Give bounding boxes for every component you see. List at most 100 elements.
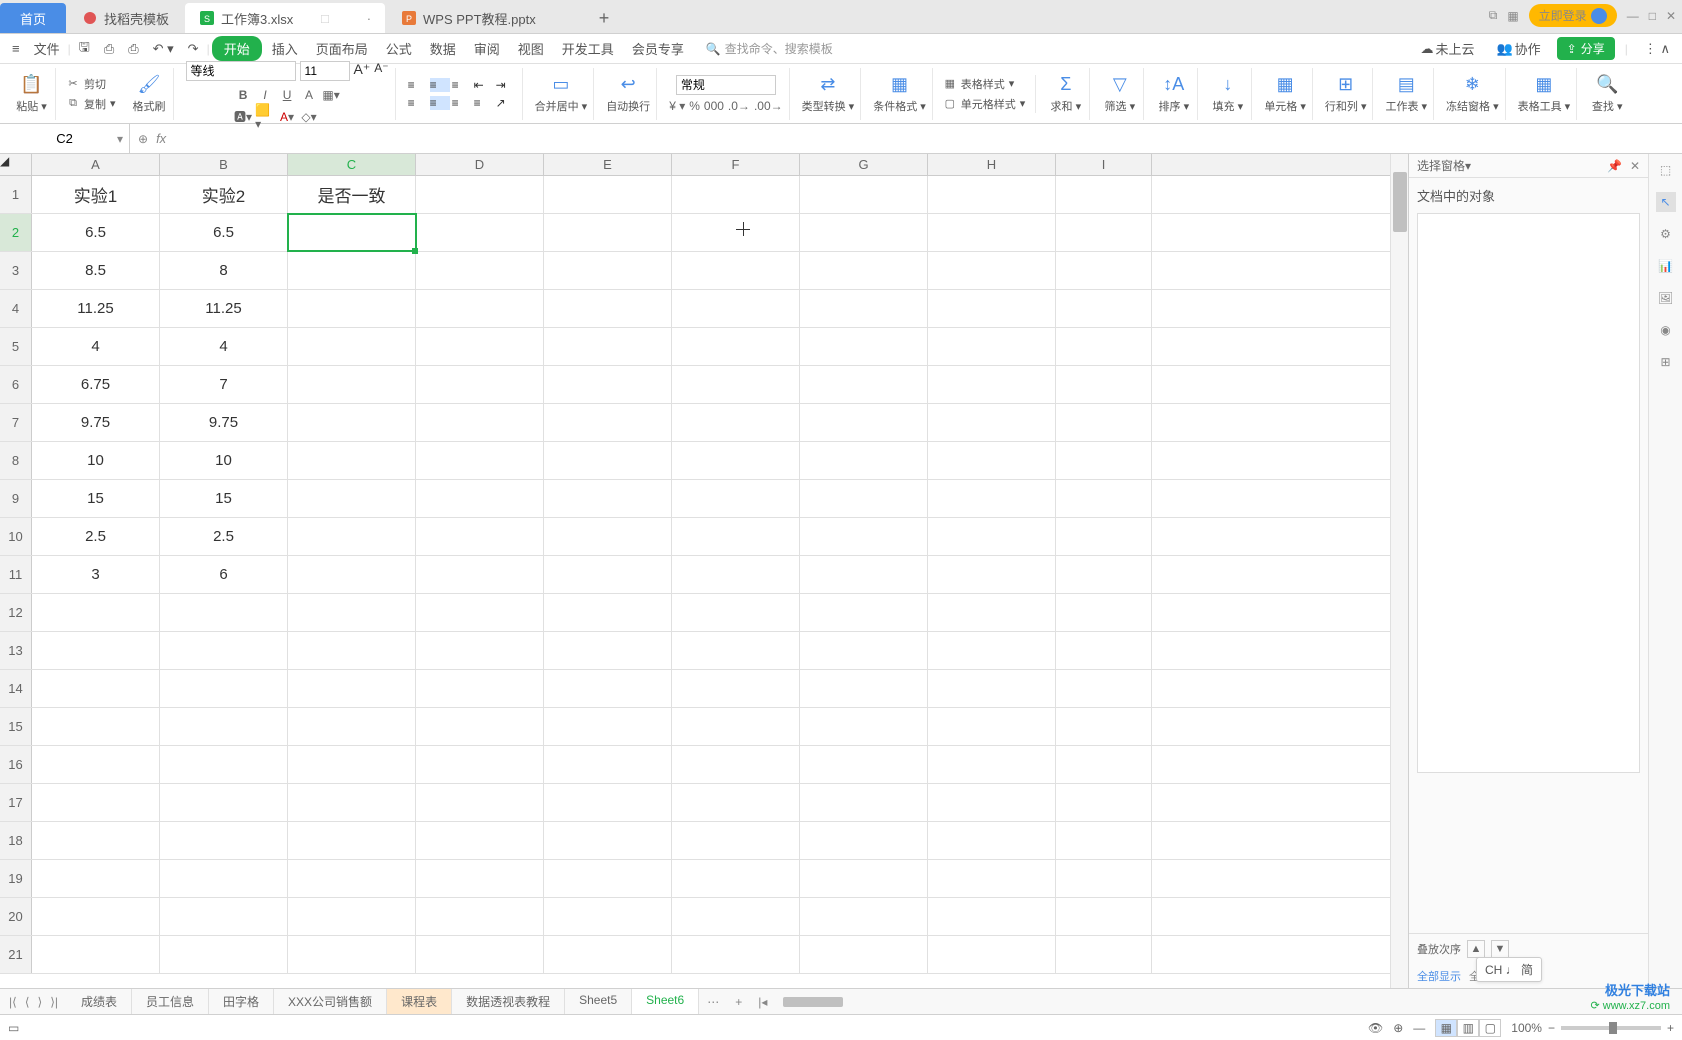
copy-button[interactable]: ⧉复制 ▾: [62, 95, 120, 113]
sheet-tab-6[interactable]: Sheet5: [565, 989, 632, 1014]
row-header-12[interactable]: 12: [0, 594, 32, 631]
cell-F1[interactable]: [672, 176, 800, 213]
sort-button[interactable]: ↕A排序 ▾: [1150, 68, 1198, 120]
cell-G15[interactable]: [800, 708, 928, 745]
side-image-icon[interactable]: 🖼: [1656, 288, 1676, 308]
cell-G14[interactable]: [800, 670, 928, 707]
formula-input[interactable]: [174, 131, 1674, 146]
cell-A9[interactable]: 15: [32, 480, 160, 517]
cell-E5[interactable]: [544, 328, 672, 365]
increase-font-icon[interactable]: A⁺: [354, 61, 371, 81]
cell-C14[interactable]: [288, 670, 416, 707]
expand-fx-icon[interactable]: ⊕: [138, 132, 148, 146]
cell-C21[interactable]: [288, 936, 416, 973]
row-header-18[interactable]: 18: [0, 822, 32, 859]
cell-F19[interactable]: [672, 860, 800, 897]
cell-D8[interactable]: [416, 442, 544, 479]
cell-F11[interactable]: [672, 556, 800, 593]
select-all-corner[interactable]: ◢: [0, 154, 32, 175]
align-justify-icon[interactable]: ≡: [474, 96, 494, 110]
row-header-19[interactable]: 19: [0, 860, 32, 897]
cell-E21[interactable]: [544, 936, 672, 973]
cell-I17[interactable]: [1056, 784, 1152, 821]
cell-F20[interactable]: [672, 898, 800, 935]
cell-E9[interactable]: [544, 480, 672, 517]
cell-B20[interactable]: [160, 898, 288, 935]
cell-H17[interactable]: [928, 784, 1056, 821]
zoom-slider[interactable]: [1561, 1026, 1661, 1030]
cell-E15[interactable]: [544, 708, 672, 745]
font-color-icon[interactable]: A▾: [277, 107, 297, 127]
row-header-15[interactable]: 15: [0, 708, 32, 745]
strikethrough-icon[interactable]: A: [299, 85, 319, 105]
new-tab-button[interactable]: +: [589, 3, 619, 33]
cell-F15[interactable]: [672, 708, 800, 745]
cell-G13[interactable]: [800, 632, 928, 669]
cell-C13[interactable]: [288, 632, 416, 669]
cell-button[interactable]: ▦单元格 ▾: [1258, 68, 1313, 120]
qat-print-icon[interactable]: ⎙: [122, 37, 144, 61]
cell-I16[interactable]: [1056, 746, 1152, 783]
cell-H18[interactable]: [928, 822, 1056, 859]
cell-I7[interactable]: [1056, 404, 1152, 441]
sheet-last-icon[interactable]: ⟩|: [47, 995, 61, 1009]
cell-D16[interactable]: [416, 746, 544, 783]
cell-I11[interactable]: [1056, 556, 1152, 593]
pin-pane-icon[interactable]: 📌: [1607, 159, 1622, 173]
side-more-icon[interactable]: ⊞: [1656, 352, 1676, 372]
indent-increase-icon[interactable]: ⇥: [496, 78, 516, 92]
close-icon[interactable]: ·: [357, 11, 371, 26]
cell-A15[interactable]: [32, 708, 160, 745]
maximize-button[interactable]: □: [1649, 9, 1656, 23]
cell-D18[interactable]: [416, 822, 544, 859]
text-orient-icon[interactable]: ↗: [496, 96, 516, 110]
cell-I5[interactable]: [1056, 328, 1152, 365]
sheet-prev-icon[interactable]: ⟨: [22, 995, 33, 1009]
cell-I10[interactable]: [1056, 518, 1152, 555]
share-button[interactable]: ⇪ 分享: [1557, 37, 1615, 60]
cell-H13[interactable]: [928, 632, 1056, 669]
sheet-first-icon[interactable]: |⟨: [6, 995, 20, 1009]
col-header-H[interactable]: H: [928, 154, 1056, 175]
cell-A3[interactable]: 8.5: [32, 252, 160, 289]
login-button[interactable]: 立即登录: [1529, 4, 1617, 27]
border-icon[interactable]: ▦▾: [321, 85, 341, 105]
cell-I1[interactable]: [1056, 176, 1152, 213]
cell-I18[interactable]: [1056, 822, 1152, 859]
cell-C20[interactable]: [288, 898, 416, 935]
cell-A18[interactable]: [32, 822, 160, 859]
cell-A12[interactable]: [32, 594, 160, 631]
cell-C19[interactable]: [288, 860, 416, 897]
col-header-A[interactable]: A: [32, 154, 160, 175]
cell-D9[interactable]: [416, 480, 544, 517]
row-header-6[interactable]: 6: [0, 366, 32, 403]
cell-D3[interactable]: [416, 252, 544, 289]
find-button[interactable]: 🔍查找 ▾: [1583, 68, 1631, 120]
view-page-icon[interactable]: ▥: [1457, 1019, 1479, 1037]
cell-A6[interactable]: 6.75: [32, 366, 160, 403]
clear-format-icon[interactable]: ◇▾: [299, 107, 319, 127]
cell-B13[interactable]: [160, 632, 288, 669]
menu-tab-start[interactable]: 开始: [212, 36, 262, 61]
cell-F6[interactable]: [672, 366, 800, 403]
show-all-link[interactable]: 全部显示: [1417, 968, 1461, 984]
cell-I21[interactable]: [1056, 936, 1152, 973]
cell-D4[interactable]: [416, 290, 544, 327]
cell-E6[interactable]: [544, 366, 672, 403]
cell-G21[interactable]: [800, 936, 928, 973]
menu-tab-6[interactable]: 开发工具: [562, 39, 614, 58]
cell-C9[interactable]: [288, 480, 416, 517]
table-style-button[interactable]: ▦表格样式 ▾: [939, 75, 1030, 93]
decrease-decimal-icon[interactable]: .00→: [754, 99, 783, 113]
cell-B21[interactable]: [160, 936, 288, 973]
cell-A7[interactable]: 9.75: [32, 404, 160, 441]
align-center-icon[interactable]: ≡: [430, 96, 450, 110]
cell-I8[interactable]: [1056, 442, 1152, 479]
menu-tab-0[interactable]: 插入: [272, 39, 298, 58]
menu-tab-7[interactable]: 会员专享: [632, 39, 684, 58]
name-box[interactable]: ▾: [0, 124, 130, 153]
align-left-icon[interactable]: ≡: [408, 96, 428, 110]
vertical-scrollbar[interactable]: [1390, 154, 1408, 988]
cell-B7[interactable]: 9.75: [160, 404, 288, 441]
type-convert-button[interactable]: ⇄类型转换 ▾: [796, 68, 862, 120]
